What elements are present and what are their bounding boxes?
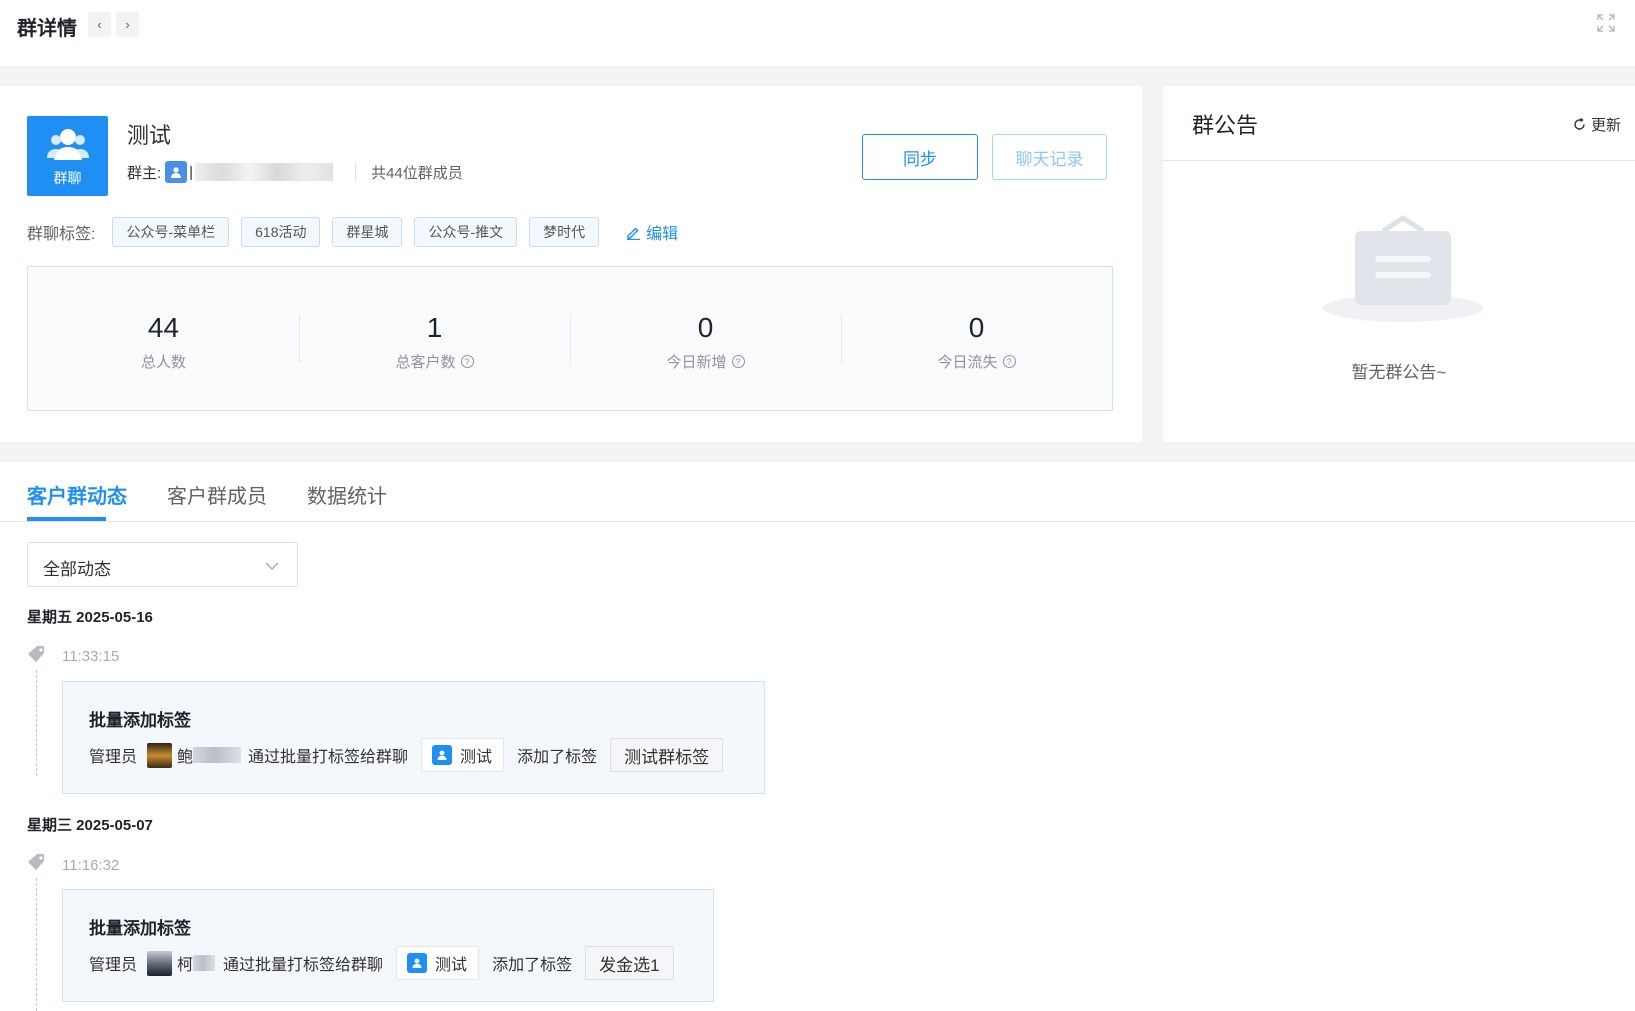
added-tag: 测试群标签	[610, 738, 724, 772]
edit-tags-link[interactable]: 编辑	[626, 220, 678, 244]
divider	[355, 163, 357, 181]
action-text: 通过批量打标签给群聊	[223, 957, 384, 974]
group-chat-icon	[432, 745, 453, 765]
admin-name-initial: 鲍	[177, 749, 194, 766]
fullscreen-icon[interactable]	[1597, 14, 1615, 32]
group-tag: 618活动	[241, 217, 321, 247]
tab-group-members[interactable]: 客户群成员	[167, 480, 267, 509]
active-tab-indicator	[27, 517, 106, 521]
group-chip-name: 测试	[460, 749, 493, 766]
group-tag: 公众号-推文	[414, 217, 518, 247]
avatar	[147, 742, 173, 768]
avatar	[147, 950, 173, 976]
timeline-time: 11:16:32	[62, 857, 120, 874]
stat-total-members: 44 总人数	[28, 267, 299, 410]
timeline-event-card: 批量添加标签 管理员 柯 通过批量打标签给群聊 测试 添加了标签 发金选1	[62, 889, 714, 1002]
help-icon[interactable]: ?	[1002, 355, 1016, 368]
group-chip-name: 测试	[435, 957, 468, 974]
tab-statistics[interactable]: 数据统计	[307, 480, 387, 509]
stats-panel: 44 总人数 1 总客户数? 0 今日新增? 0 今日流失?	[27, 266, 1113, 411]
stat-label: 今日流失	[937, 354, 998, 371]
stat-label: 今日新增	[666, 354, 727, 371]
tab-group-activity[interactable]: 客户群动态	[27, 480, 127, 509]
notice-title: 群公告	[1192, 113, 1259, 138]
tab-bar: 客户群动态 客户群成员 数据统计	[0, 462, 1635, 522]
added-text: 添加了标签	[517, 749, 598, 766]
refresh-icon	[1574, 118, 1585, 130]
sync-button[interactable]: 同步	[862, 134, 978, 180]
admin-name-redacted	[193, 955, 216, 971]
help-icon[interactable]: ?	[460, 355, 474, 368]
top-bar: 群详情 ‹ ›	[0, 0, 1635, 66]
empty-notice-text: 暂无群公告~	[1351, 363, 1447, 382]
group-tag: 群星城	[332, 217, 403, 247]
chevron-left-icon[interactable]: ‹	[88, 12, 111, 37]
tag-icon	[28, 854, 44, 870]
owner-name-initial: |	[189, 163, 194, 181]
pencil-icon	[627, 227, 641, 240]
added-tag: 发金选1	[585, 946, 674, 980]
group-avatar: 群聊	[27, 116, 108, 196]
timeline-time: 11:33:15	[62, 648, 120, 665]
stat-value: 0	[968, 312, 985, 343]
timeline-date: 星期五 2025-05-16	[27, 609, 153, 626]
stat-value: 44	[147, 312, 180, 343]
added-text: 添加了标签	[492, 957, 573, 974]
update-label: 更新	[1590, 117, 1621, 134]
group-tags-row: 群聊标签: 公众号-菜单栏 618活动 群星城 公众号-推文 梦时代 编辑	[27, 216, 678, 248]
stat-total-customers: 1 总客户数?	[299, 267, 570, 410]
timeline-date: 星期三 2025-05-07	[27, 817, 153, 834]
group-notice-card: 群公告 更新 暂无群公告~	[1163, 86, 1635, 442]
admin-name-redacted	[193, 747, 242, 763]
chat-history-button[interactable]: 聊天记录	[992, 134, 1107, 180]
stat-value: 1	[426, 312, 443, 343]
edit-label: 编辑	[646, 226, 679, 243]
owner-row: 群主: | 共44位群成员	[127, 160, 463, 184]
timeline-line	[36, 878, 37, 1011]
avatar-label: 群聊	[53, 170, 82, 186]
activity-panel: 客户群动态 客户群成员 数据统计 全部动态 星期五 2025-05-16 11:…	[0, 462, 1635, 1011]
chevron-right-icon[interactable]: ›	[116, 12, 139, 37]
event-detail-row: 管理员 柯 通过批量打标签给群聊 测试 添加了标签 发金选1	[89, 946, 674, 980]
event-title: 批量添加标签	[89, 711, 191, 730]
chevron-down-icon	[265, 562, 279, 570]
admin-label: 管理员	[89, 749, 138, 766]
page-title: 群详情	[17, 18, 77, 40]
group-name: 测试	[127, 123, 172, 148]
timeline-event-card: 批量添加标签 管理员 鲍 通过批量打标签给群聊 测试 添加了标签 测试群标签	[62, 681, 765, 794]
group-chip: 测试	[396, 946, 480, 980]
user-icon	[165, 161, 188, 183]
group-tag: 梦时代	[529, 217, 600, 247]
admin-label: 管理员	[89, 957, 138, 974]
update-notice-button[interactable]: 更新	[1573, 114, 1621, 135]
select-value: 全部动态	[43, 560, 111, 579]
help-icon[interactable]: ?	[731, 355, 745, 368]
stat-today-lost: 0 今日流失?	[841, 267, 1112, 410]
event-title: 批量添加标签	[89, 919, 191, 938]
timeline-line	[36, 670, 37, 776]
owner-label: 群主:	[127, 164, 162, 182]
owner-name-redacted	[195, 163, 334, 181]
stat-label: 总客户数	[395, 354, 456, 371]
group-chat-icon	[407, 953, 428, 973]
group-info-card: 群聊 测试 群主: | 共44位群成员 同步 聊天记录 群聊标签: 公众号-菜单…	[0, 86, 1142, 442]
group-chip: 测试	[421, 738, 505, 772]
tags-label: 群聊标签:	[27, 226, 96, 243]
group-users-icon	[47, 129, 89, 160]
divider	[1163, 160, 1635, 161]
activity-filter-select[interactable]: 全部动态	[27, 542, 298, 587]
tag-icon	[28, 646, 44, 662]
action-text: 通过批量打标签给群聊	[248, 749, 409, 766]
member-count: 共44位群成员	[371, 164, 463, 182]
empty-notice-icon	[1323, 215, 1483, 322]
event-detail-row: 管理员 鲍 通过批量打标签给群聊 测试 添加了标签 测试群标签	[89, 738, 724, 772]
group-tag: 公众号-菜单栏	[112, 217, 230, 247]
stat-value: 0	[697, 312, 714, 343]
admin-name-initial: 柯	[177, 957, 194, 974]
stat-label: 总人数	[140, 354, 186, 371]
stat-today-new: 0 今日新增?	[570, 267, 841, 410]
